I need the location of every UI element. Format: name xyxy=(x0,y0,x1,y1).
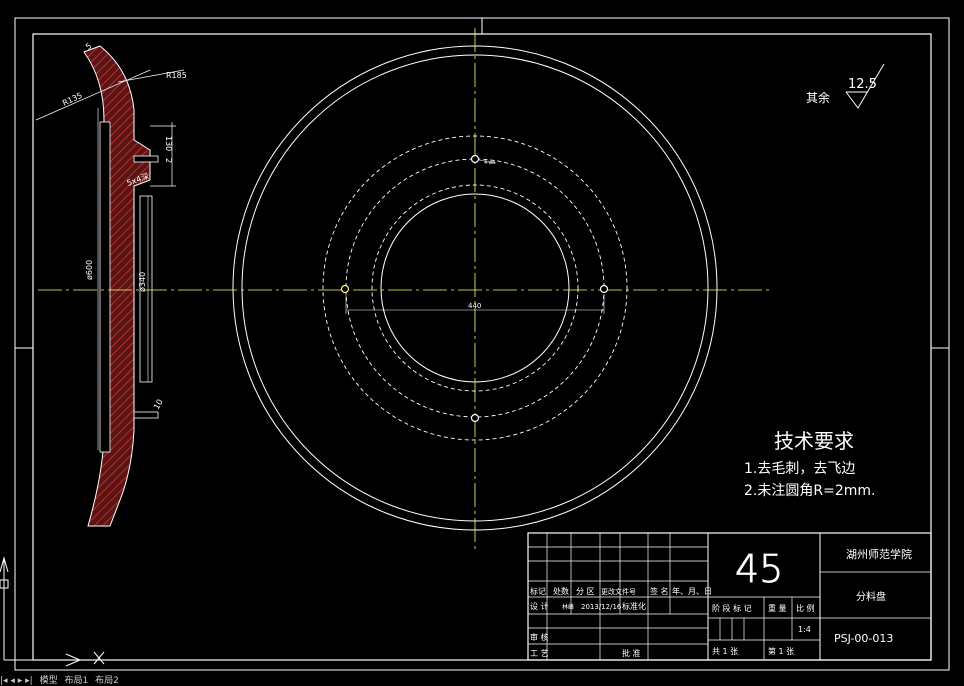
designer-name: 林峰 xyxy=(562,603,574,611)
dim-label-10: 10 xyxy=(152,398,165,411)
ucs-icon xyxy=(0,556,105,667)
sheet-number: 第 1 张 xyxy=(768,646,794,656)
hole-tag-label: 4-ø8 xyxy=(484,160,495,166)
dim-label-130: 130 xyxy=(164,136,173,151)
layout-tab-bar: |◂ ◂ ▸ ▸| 模型 布局1 布局2 xyxy=(0,676,964,686)
dim-label-r185: R185 xyxy=(166,71,187,80)
sheet-total: 共 1 张 xyxy=(712,647,738,656)
tab-nav-arrows[interactable]: |◂ ◂ ▸ ▸| xyxy=(0,676,33,686)
standardization-label: 标准化 xyxy=(622,601,646,611)
tab-layout1[interactable]: 布局1 xyxy=(64,676,88,686)
bolt-hole-top xyxy=(470,154,480,164)
header-count: 处数 xyxy=(553,586,569,596)
drawing-number: PSJ-00-013 xyxy=(834,632,893,645)
dim-label-2: 2 xyxy=(164,158,173,163)
header-sign: 签 名 xyxy=(650,586,669,596)
bolt-hole-left xyxy=(340,284,350,294)
quantity-number: 45 xyxy=(735,547,783,591)
section-view: 5 R135 R185 130 2 5x4深 ø600 ø340 10 xyxy=(35,41,187,527)
school-name: 湖州师范学院 xyxy=(846,547,912,561)
scale-value: 1:4 xyxy=(798,625,811,634)
part-name: 分料盘 xyxy=(856,590,886,603)
title-block-text: 45 湖州师范学院 分料盘 PSJ-00-013 标记 处数 分 区 更改文件号… xyxy=(530,547,912,658)
header-date: 年、月、日 xyxy=(672,586,712,596)
dim-label-440: 440 xyxy=(468,302,481,310)
header-docno: 更改文件号 xyxy=(601,587,636,596)
bolt-hole-bottom xyxy=(470,413,480,423)
cad-drawing: 5 R135 R185 130 2 5x4深 ø600 ø340 10 4-ø8… xyxy=(0,17,950,671)
technical-notes: 技术要求 1.去毛刺，去飞边 2.未注圆角R=2mm. xyxy=(744,429,875,499)
roughness-value: 12.5 xyxy=(848,77,877,92)
scale-label: 比 例 xyxy=(796,603,815,613)
stage-mark-label: 阶 段 标 记 xyxy=(712,603,752,613)
pin-hole-lower xyxy=(133,411,159,419)
design-date: 2013/12/16 xyxy=(581,603,622,611)
dim-label-dia600: ø600 xyxy=(85,260,94,280)
header-zone: 分 区 xyxy=(576,587,595,596)
pin-hole-upper xyxy=(133,155,159,163)
roughness-prefix: 其余 xyxy=(806,90,830,105)
notes-heading: 技术要求 xyxy=(774,429,854,453)
review-label: 审 核 xyxy=(530,632,549,642)
notes-line-2: 2.未注圆角R=2mm. xyxy=(744,483,875,499)
header-mark: 标记 xyxy=(530,586,546,596)
notes-line-1: 1.去毛刺，去飞边 xyxy=(744,461,855,477)
inner-bore-slot xyxy=(99,121,111,453)
weight-label: 重 量 xyxy=(768,603,787,613)
process-label: 工 艺 xyxy=(530,649,549,658)
tab-layout2[interactable]: 布局2 xyxy=(95,676,119,686)
bolt-hole-right xyxy=(599,284,609,294)
tab-model[interactable]: 模型 xyxy=(40,676,58,686)
surface-roughness: 其余 12.5 xyxy=(806,63,885,109)
dim-label-dia340: ø340 xyxy=(138,272,147,292)
outer-frame xyxy=(14,17,950,671)
approve-label: 批 准 xyxy=(622,648,641,658)
dim-label-r135: R135 xyxy=(61,91,84,108)
design-label: 设 计 xyxy=(530,601,549,611)
inner-frame xyxy=(32,33,932,661)
